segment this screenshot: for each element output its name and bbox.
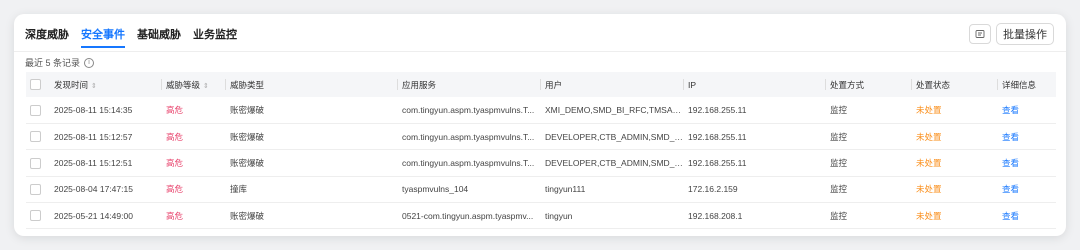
view-detail-link[interactable]: 查看	[998, 123, 1056, 149]
cell-type: 账密爆破	[230, 104, 265, 115]
cell-method: 监控	[830, 131, 848, 142]
view-detail-link[interactable]: 查看	[998, 150, 1056, 176]
col-detail-label: 详细信息	[1002, 79, 1037, 90]
cell-status: 未处置	[916, 131, 942, 142]
table-row: 2025-08-11 15:12:57 高危 账密爆破 com.tingyun.…	[26, 123, 1056, 150]
select-all-checkbox[interactable]	[30, 79, 41, 91]
row-checkbox[interactable]	[30, 210, 41, 222]
divider	[14, 51, 1066, 52]
cell-time: 2025-08-04 17:47:15	[54, 184, 133, 195]
col-detail: 详细信息	[998, 72, 1056, 97]
sort-icon[interactable]: ⇕	[91, 82, 97, 90]
tab-deep-threat[interactable]: 深度威胁	[25, 26, 69, 48]
cell-ip: 192.168.255.11	[688, 104, 747, 115]
cell-service: com.tingyun.aspm.tyaspmvulns.T...	[402, 131, 535, 142]
col-method: 处置方式	[826, 72, 912, 97]
col-status: 处置状态	[912, 72, 998, 97]
select-all-cell	[26, 72, 50, 97]
cell-level: 高危	[166, 131, 184, 142]
cell-method: 监控	[830, 210, 848, 221]
cell-time: 2025-08-11 15:12:51	[54, 157, 133, 168]
cell-user: tingyun	[545, 210, 573, 221]
cell-service: tyaspmvulns_104	[402, 184, 469, 195]
tab-basic-threat[interactable]: 基础威胁	[137, 26, 181, 48]
table-row: 2025-08-11 15:14:35 高危 账密爆破 com.tingyun.…	[26, 97, 1056, 124]
cell-status: 未处置	[916, 184, 942, 195]
tab-bar: 深度威胁 安全事件 基础威胁 业务监控	[25, 26, 237, 48]
events-table: 发现时间 ⇕ 威胁等级 ⇕ 威胁类型 应用服务 用户 IP 处置方式 处置状态 详细…	[26, 72, 1056, 229]
bulk-action-button[interactable]: 批量操作	[996, 23, 1054, 45]
cell-user: DEVELOPER,CTB_ADMIN,SMD_A...	[545, 157, 684, 168]
tab-security-events[interactable]: 安全事件	[81, 26, 125, 48]
security-panel: 深度威胁 安全事件 基础威胁 业务监控 批量操作 最近 5 条记录 i 发现时间…	[14, 14, 1066, 236]
row-checkbox[interactable]	[30, 131, 41, 143]
cell-service: com.tingyun.aspm.tyaspmvulns.T...	[402, 157, 535, 168]
cell-user: tingyun111	[545, 184, 586, 195]
col-ip: IP	[684, 72, 826, 97]
col-status-label: 处置状态	[916, 79, 951, 90]
cell-ip: 192.168.255.11	[688, 131, 747, 142]
export-button[interactable]	[969, 24, 991, 44]
cell-ip: 192.168.255.11	[688, 157, 747, 168]
col-type-label: 威胁类型	[230, 79, 265, 90]
cell-status: 未处置	[916, 157, 942, 168]
cell-level: 高危	[166, 184, 184, 195]
cell-level: 高危	[166, 210, 184, 221]
row-checkbox[interactable]	[30, 183, 41, 195]
info-icon[interactable]: i	[84, 57, 95, 68]
cell-method: 监控	[830, 104, 848, 115]
cell-ip: 172.16.2.159	[688, 184, 738, 195]
col-service: 应用服务	[398, 72, 541, 97]
view-detail-link[interactable]: 查看	[998, 203, 1056, 229]
cell-user: XMI_DEMO,SMD_BI_RFC,TMSAD...	[545, 104, 684, 115]
cell-type: 账密爆破	[230, 131, 265, 142]
cell-level: 高危	[166, 157, 184, 168]
cell-user: DEVELOPER,CTB_ADMIN,SMD_A...	[545, 131, 684, 142]
col-user: 用户	[541, 72, 684, 97]
cell-time: 2025-08-11 15:14:35	[54, 104, 133, 115]
cell-status: 未处置	[916, 210, 942, 221]
table-row: 2025-05-21 14:49:00 高危 账密爆破 0521-com.tin…	[26, 203, 1056, 229]
view-detail-link[interactable]: 查看	[998, 97, 1056, 123]
cell-status: 未处置	[916, 104, 942, 115]
cell-method: 监控	[830, 184, 848, 195]
records-note: 最近 5 条记录 i	[25, 56, 95, 69]
tab-business-monitor[interactable]: 业务监控	[193, 26, 237, 48]
table-row: 2025-08-11 15:12:51 高危 账密爆破 com.tingyun.…	[26, 150, 1056, 177]
cell-type: 撞库	[230, 184, 248, 195]
table-row: 2025-08-04 17:47:15 高危 撞库 tyaspmvulns_10…	[26, 176, 1056, 203]
col-ip-label: IP	[688, 79, 697, 90]
cell-ip: 192.168.208.1	[688, 210, 743, 221]
col-level-label: 威胁等级	[166, 79, 201, 90]
table-header: 发现时间 ⇕ 威胁等级 ⇕ 威胁类型 应用服务 用户 IP 处置方式 处置状态 详细…	[26, 72, 1056, 97]
export-icon	[975, 30, 985, 38]
records-note-text: 最近 5 条记录	[25, 58, 81, 68]
sort-icon[interactable]: ⇕	[203, 82, 209, 90]
col-method-label: 处置方式	[830, 79, 865, 90]
cell-method: 监控	[830, 157, 848, 168]
col-time-label: 发现时间	[54, 79, 89, 90]
view-detail-link[interactable]: 查看	[998, 176, 1056, 202]
col-level[interactable]: 威胁等级 ⇕	[162, 72, 226, 97]
cell-service: 0521-com.tingyun.aspm.tyaspmv...	[402, 210, 534, 221]
cell-level: 高危	[166, 104, 184, 115]
col-service-label: 应用服务	[402, 79, 437, 90]
row-checkbox[interactable]	[30, 157, 41, 169]
cell-time: 2025-08-11 15:12:57	[54, 131, 133, 142]
row-checkbox[interactable]	[30, 104, 41, 116]
col-user-label: 用户	[545, 79, 563, 90]
col-type: 威胁类型	[226, 72, 398, 97]
cell-type: 账密爆破	[230, 210, 265, 221]
cell-type: 账密爆破	[230, 157, 265, 168]
col-time[interactable]: 发现时间 ⇕	[50, 72, 162, 97]
cell-time: 2025-05-21 14:49:00	[54, 210, 133, 221]
cell-service: com.tingyun.aspm.tyaspmvulns.T...	[402, 104, 535, 115]
